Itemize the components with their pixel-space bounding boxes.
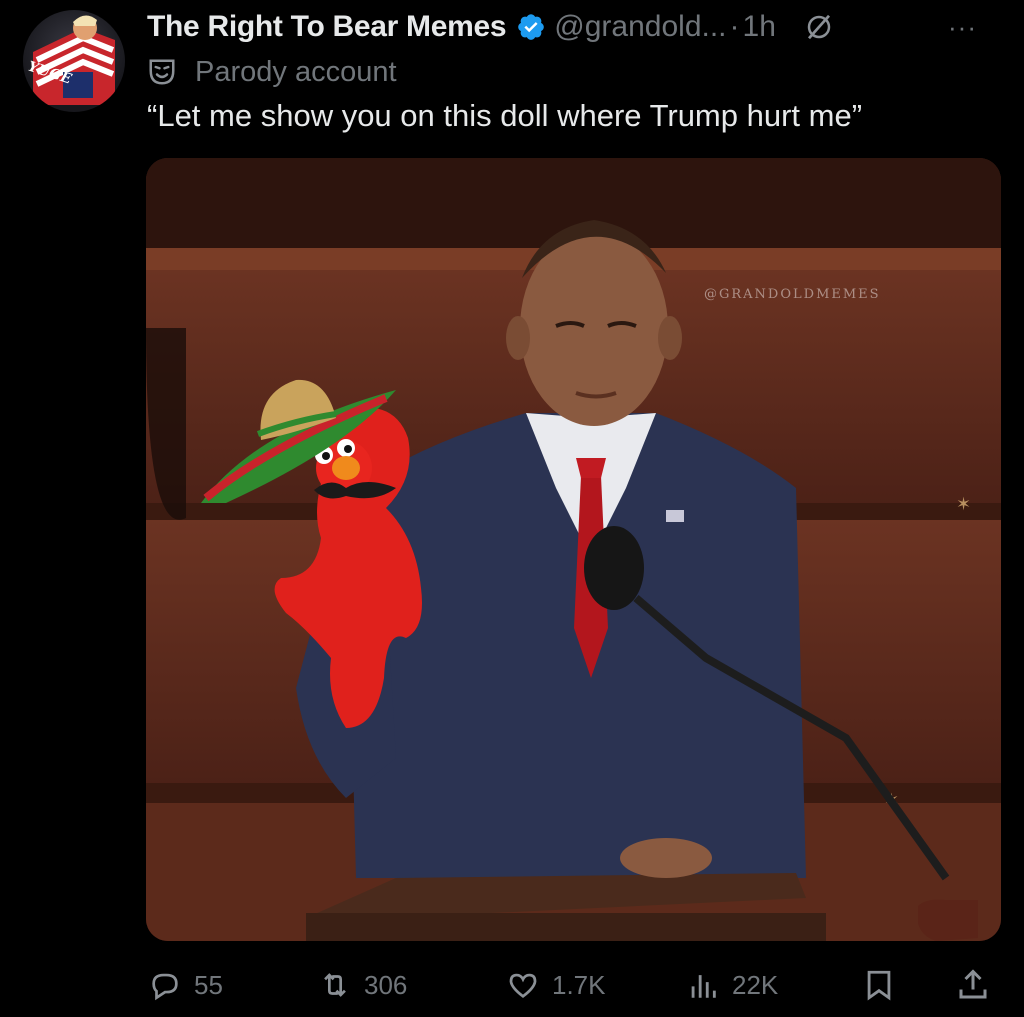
tweet-header: The Right To Bear Memes @grandold... · 1… [147,6,834,48]
repost-count: 306 [364,970,408,1000]
parody-label: Parody account [147,54,397,90]
display-name[interactable]: The Right To Bear Memes [147,10,507,44]
views-button[interactable]: 22K [686,960,778,1010]
action-bar: 55 306 1.7K 22K [0,960,1024,1010]
tweet-text: “Let me show you on this doll where Trum… [147,98,863,133]
reply-count: 55 [194,970,223,1000]
reply-button[interactable]: 55 [148,960,223,1010]
separator-dot: · [729,10,740,43]
views-icon [691,975,716,998]
verified-badge-icon [518,14,545,40]
view-count: 22K [732,970,779,1000]
bookmark-icon[interactable] [862,968,896,1002]
tweet-image[interactable]: ✶ ✶ @GRANDOLDMEMES [146,158,1001,941]
repost-button[interactable]: 306 [318,960,407,1010]
like-count: 1.7K [552,970,606,1000]
grok-icon[interactable] [804,12,834,42]
like-icon [509,973,537,999]
more-icon[interactable]: ··· [948,6,977,48]
share-icon[interactable] [955,966,991,1004]
parody-label-text: Parody account [195,55,397,88]
avatar[interactable]: YUGE [23,10,125,112]
handle[interactable]: @grandold... [554,10,726,44]
tweet-image-illustration: ✶ ✶ @GRANDOLDMEMES [146,158,1001,941]
repost-icon [324,973,346,997]
image-watermark: @GRANDOLDMEMES [704,287,881,302]
star-ornament-icon: ✶ [956,494,971,514]
like-button[interactable]: 1.7K [506,960,606,1010]
reply-icon [152,973,178,1001]
timestamp[interactable]: 1h [743,10,776,44]
parody-mask-icon [149,59,175,85]
